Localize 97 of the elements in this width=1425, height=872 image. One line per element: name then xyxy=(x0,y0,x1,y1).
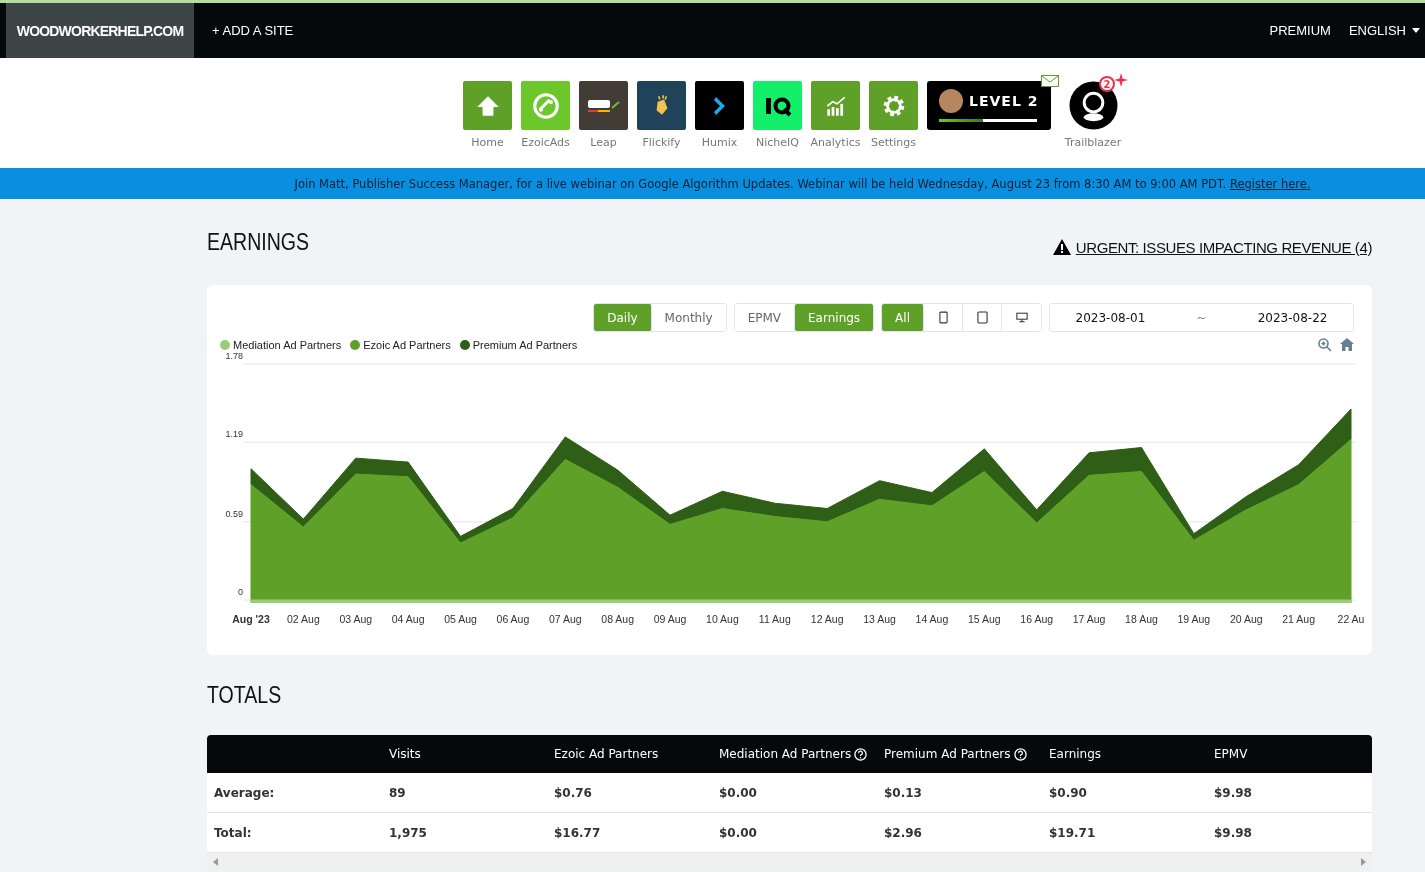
y-axis-label: 1.19 xyxy=(225,429,243,440)
caret-icon xyxy=(1412,28,1420,33)
app-label[interactable]: Trailblazer xyxy=(1064,136,1122,149)
x-axis-label: 02 Aug xyxy=(287,613,320,625)
column-header: Ezoic Ad Partners xyxy=(554,747,659,761)
x-axis-label: 09 Aug xyxy=(653,613,687,625)
table-cell-text: $9.98 xyxy=(1214,825,1253,840)
section-title: TOTALS xyxy=(207,681,282,709)
home-icon[interactable] xyxy=(1340,338,1354,351)
x-axis-label: 17 Aug xyxy=(1072,613,1106,625)
x-axis-label: 10 Aug xyxy=(706,613,739,625)
x-axis-label: 20 Aug xyxy=(1229,613,1263,625)
app-label[interactable]: Leap xyxy=(590,136,617,149)
x-axis-label: 11 Aug xyxy=(758,613,791,625)
phone-icon xyxy=(938,311,948,324)
scroll-right-icon[interactable] xyxy=(1361,858,1366,866)
section-title: EARNINGS xyxy=(207,228,310,256)
table-cell-text: $19.71 xyxy=(1049,825,1097,840)
x-axis-label: 03 Aug xyxy=(339,613,373,625)
x-axis-label: 21 Aug xyxy=(1282,613,1315,625)
table-cell-text: $0.90 xyxy=(1049,785,1088,800)
app-label[interactable]: Humix xyxy=(701,136,738,149)
y-axis-label: 0.59 xyxy=(225,508,243,519)
x-axis-label: 05 Aug xyxy=(444,613,477,625)
x-axis-label: 12 Aug xyxy=(810,613,844,625)
app-label[interactable]: Flickify xyxy=(642,136,681,149)
row-label: Total: xyxy=(213,825,253,840)
zoom-in-icon[interactable] xyxy=(1318,338,1332,352)
column-header: Visits xyxy=(389,747,421,761)
scroll-left-icon[interactable] xyxy=(213,858,218,866)
table-cell-text: 89 xyxy=(389,785,407,800)
site-name[interactable]: WOODWORKERHELP.COM xyxy=(6,3,194,58)
x-axis-label: 22 Au xyxy=(1337,613,1365,625)
x-axis-label: 14 Aug xyxy=(915,613,949,625)
webinar-announcement: Join Matt, Publisher Success Manager, for a live webinar on Google Algorithm Updates. Webinar will be held Wednesday, August 23 from 8:30 AM to 9:00 AM PDT. Register here. xyxy=(293,176,1311,191)
metric-tab[interactable]: EPMV xyxy=(734,304,796,331)
x-axis-label: Aug '23 xyxy=(232,613,270,625)
table-cell-text: $0.00 xyxy=(719,825,758,840)
language-dropdown[interactable]: ENGLISH xyxy=(1330,3,1425,58)
nicheiq-logo-icon[interactable] xyxy=(753,81,802,130)
astronaut-helmet-icon[interactable] xyxy=(1068,81,1118,130)
tablet-icon xyxy=(976,311,988,324)
x-axis-label: 18 Aug xyxy=(1125,613,1158,625)
device-tab[interactable]: All xyxy=(882,304,924,331)
x-axis-label: 13 Aug xyxy=(863,613,896,625)
date-range-field[interactable]: 2023-08-01 ~ 2023-08-22 xyxy=(1049,303,1354,332)
notification-badge: 2 xyxy=(1099,76,1115,92)
help-icon[interactable] xyxy=(1013,747,1027,761)
avatar xyxy=(939,89,963,113)
table-cell-text: $0.76 xyxy=(554,785,593,800)
home-icon[interactable] xyxy=(463,81,512,130)
register-link[interactable]: Register here. xyxy=(1229,176,1311,191)
x-axis-label: 08 Aug xyxy=(601,613,634,625)
warning-icon xyxy=(1052,239,1071,255)
metric-tab[interactable]: Earnings xyxy=(795,304,874,331)
app-label[interactable]: Settings xyxy=(870,136,917,149)
period-tab[interactable]: Daily xyxy=(594,304,652,331)
envelope-icon[interactable] xyxy=(1041,75,1059,87)
table-cell-text: $0.13 xyxy=(884,785,923,800)
x-axis-label: 06 Aug xyxy=(496,613,530,625)
x-axis-label: 07 Aug xyxy=(548,613,582,625)
column-header: Earnings xyxy=(1049,747,1102,761)
y-axis-label: 1.78 xyxy=(225,352,243,361)
table-cell-text: $0.00 xyxy=(719,785,758,800)
help-icon[interactable] xyxy=(854,747,868,761)
x-axis-label: 16 Aug xyxy=(1020,613,1054,625)
ezoic-logo-icon[interactable] xyxy=(521,81,570,130)
legend-label[interactable]: Mediation Ad Partners xyxy=(233,339,342,351)
level-badge[interactable]: LEVEL 2 xyxy=(927,81,1051,130)
leap-logo-icon[interactable] xyxy=(579,81,628,130)
monitor-icon xyxy=(1015,312,1028,323)
x-axis-label: 15 Aug xyxy=(968,613,1001,625)
app-label[interactable]: Analytics xyxy=(810,136,861,149)
horizontal-scrollbar[interactable] xyxy=(207,853,1372,871)
legend-label[interactable]: Ezoic Ad Partners xyxy=(363,339,451,351)
x-axis-label: 19 Aug xyxy=(1177,613,1211,625)
column-header: EPMV xyxy=(1214,747,1248,761)
add-site-link[interactable]: + ADD A SITE xyxy=(194,3,312,58)
sparkle-icon xyxy=(1114,73,1128,87)
app-label[interactable]: NicheIQ xyxy=(756,136,799,149)
table-cell-text: 1,975 xyxy=(389,825,428,840)
urgent-issues-link[interactable]: URGENT: ISSUES IMPACTING REVENUE (4) xyxy=(1075,238,1372,256)
table-cell-text: $9.98 xyxy=(1214,785,1253,800)
row-label: Average: xyxy=(213,785,276,800)
legend-label[interactable]: Premium Ad Partners xyxy=(472,339,578,351)
bar-chart-icon[interactable] xyxy=(811,81,860,130)
x-axis-label: 04 Aug xyxy=(391,613,425,625)
gear-icon[interactable] xyxy=(869,81,918,130)
column-header: Premium Ad Partners xyxy=(884,747,1011,761)
app-label[interactable]: EzoicAds xyxy=(521,136,570,149)
y-axis-label: 0 xyxy=(238,587,243,597)
table-cell-text: $2.96 xyxy=(884,825,923,840)
table-cell-text: $16.77 xyxy=(554,825,602,840)
premium-link[interactable]: PREMIUM xyxy=(1251,3,1331,58)
chevron-icon[interactable] xyxy=(695,81,744,130)
app-label[interactable]: Home xyxy=(471,136,504,149)
column-header: Mediation Ad Partners xyxy=(719,747,852,761)
